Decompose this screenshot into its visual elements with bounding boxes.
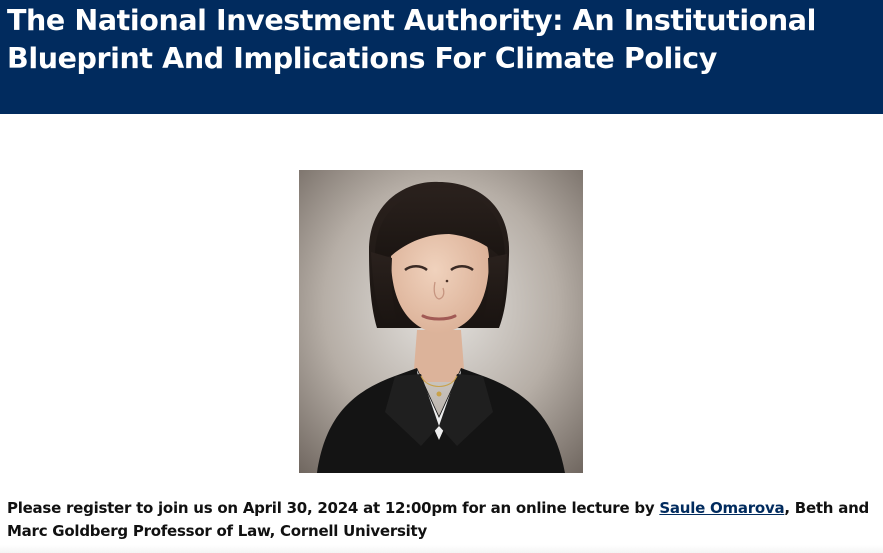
bottom-divider xyxy=(0,545,883,553)
event-intro-text: Please register to join us on April 30, … xyxy=(7,499,660,517)
event-description: Please register to join us on April 30, … xyxy=(7,497,879,543)
speaker-portrait xyxy=(299,170,583,473)
header-banner: The National Investment Authority: An In… xyxy=(0,0,883,114)
speaker-name-link[interactable]: Saule Omarova xyxy=(659,499,784,517)
page-title: The National Investment Authority: An In… xyxy=(7,4,816,75)
